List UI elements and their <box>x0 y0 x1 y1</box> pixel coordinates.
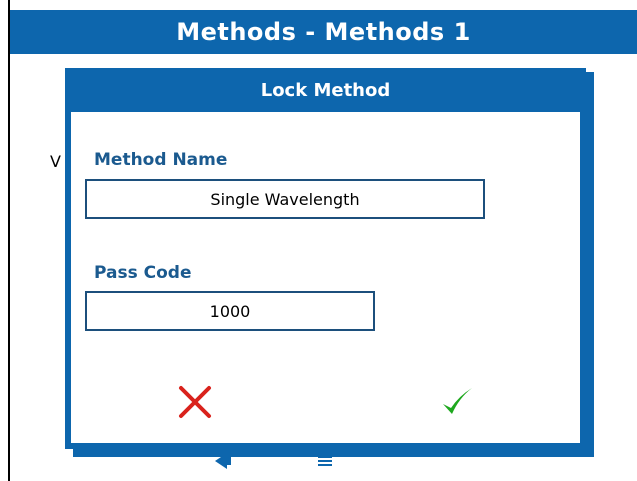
pass-code-field[interactable]: 1000 <box>85 291 375 331</box>
method-name-label: Method Name <box>94 150 228 170</box>
cancel-button[interactable] <box>177 384 213 420</box>
window-title-bar: Methods - Methods 1 <box>10 10 637 54</box>
confirm-button[interactable] <box>439 384 475 420</box>
background-text-fragment: V <box>50 152 61 171</box>
method-name-value: Single Wavelength <box>210 189 360 209</box>
pass-code-label: Pass Code <box>94 263 192 283</box>
lock-method-dialog: Lock Method Method Name Single Wavelengt… <box>65 68 586 449</box>
window-left-border <box>8 0 10 481</box>
window-title: Methods - Methods 1 <box>176 18 471 46</box>
app-window: Methods - Methods 1 V Lock Method Method… <box>0 0 637 481</box>
menu-icon <box>318 456 332 470</box>
pass-code-value: 1000 <box>209 301 251 321</box>
check-icon <box>443 388 472 414</box>
x-icon <box>179 386 211 418</box>
method-name-field[interactable]: Single Wavelength <box>85 179 485 219</box>
dialog-title-bar: Lock Method <box>71 68 580 112</box>
dialog-title: Lock Method <box>260 79 391 101</box>
dialog-body: Method Name Single Wavelength Pass Code … <box>71 112 580 443</box>
